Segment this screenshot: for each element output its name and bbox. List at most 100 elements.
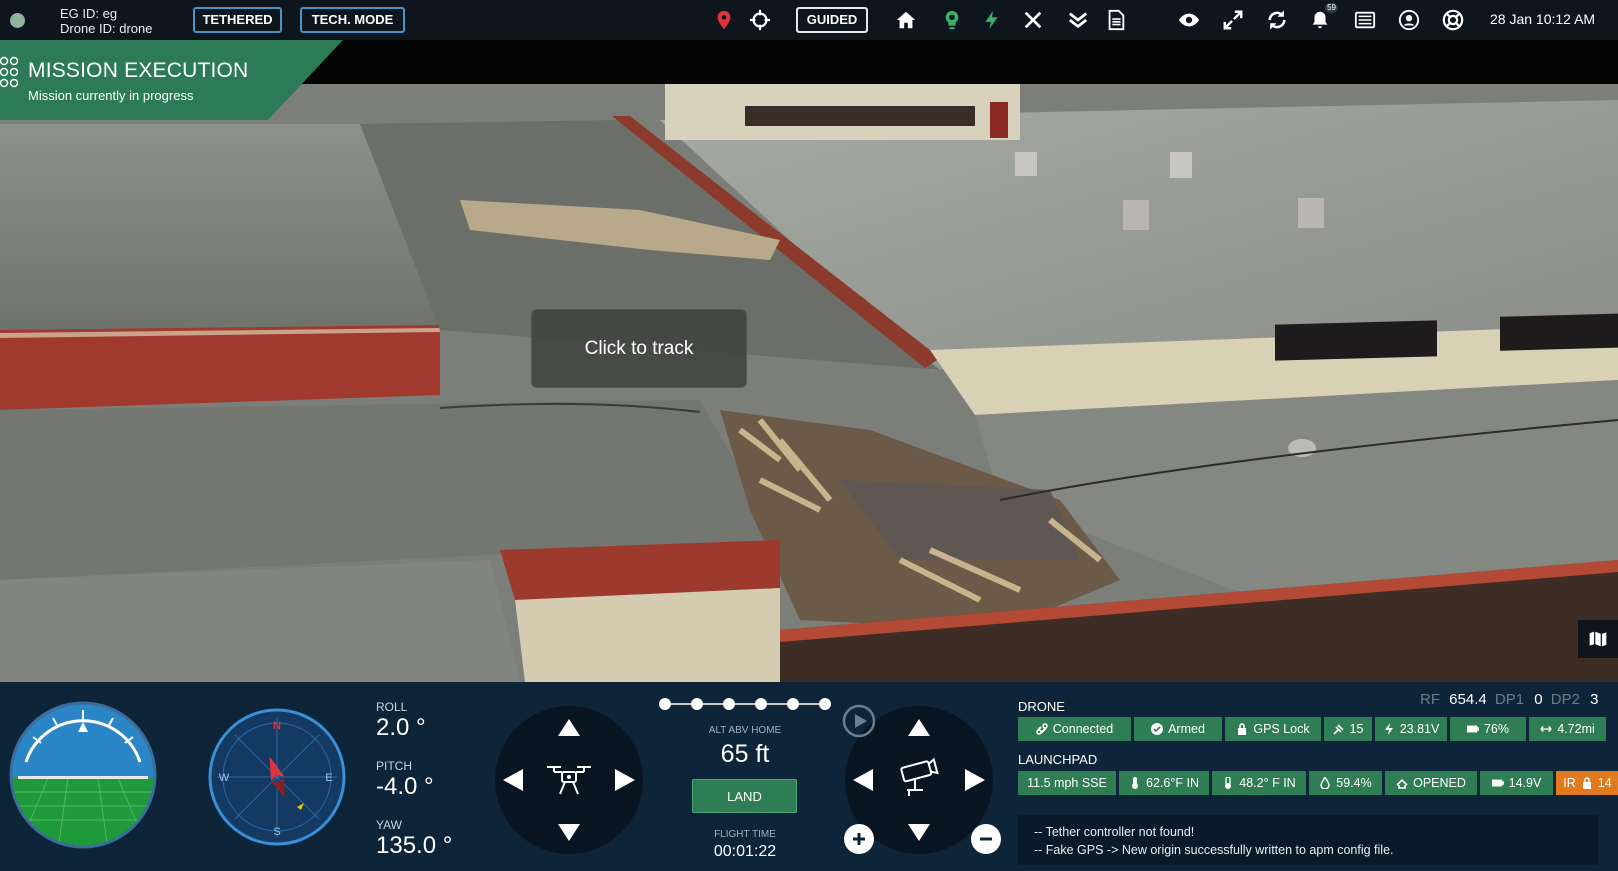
humidity-value: 59.4% xyxy=(1336,776,1372,790)
drone-id: Drone ID: drone xyxy=(60,21,153,36)
altitude-value: 65 ft xyxy=(720,740,770,768)
eg-id: EG ID: eg xyxy=(60,6,118,21)
plus-icon xyxy=(853,833,865,845)
connected-chip: Connected xyxy=(1018,717,1131,741)
launchpad-voltage: 14.9V xyxy=(1508,776,1542,790)
launchpad-status-chips: 11.5 mph SSE 62.6°F IN 48.2° F IN 59.4% … xyxy=(1018,771,1618,795)
compass-n: N xyxy=(273,720,281,732)
temp-in-2-value: 48.2° F IN xyxy=(1239,776,1296,790)
drone-left-button[interactable] xyxy=(503,769,523,791)
step-dot[interactable] xyxy=(659,698,671,710)
wind-chip: 11.5 mph SSE xyxy=(1018,771,1116,795)
compass-gauge: N E S W xyxy=(208,708,346,846)
click-to-track-button[interactable]: Click to track xyxy=(531,309,747,388)
rf-readout: RF 654.4 DP1 0 DP2 3 xyxy=(1420,691,1598,708)
drone-back-button[interactable] xyxy=(558,824,580,841)
bulb-icon[interactable] xyxy=(938,6,966,34)
datetime: 28 Jan 10:12 AM xyxy=(1490,11,1596,27)
close-icon[interactable] xyxy=(1019,6,1047,34)
camera-icon xyxy=(900,757,939,796)
top-bar: EG ID: eg Drone ID: drone TETHERED TECH.… xyxy=(0,0,1618,40)
compass-s: S xyxy=(273,826,280,838)
refresh-icon[interactable] xyxy=(1263,6,1291,34)
yaw-value: 135.0 ° xyxy=(376,832,453,859)
location-pin-icon[interactable] xyxy=(710,6,738,34)
mission-subtitle: Mission currently in progress xyxy=(28,88,194,103)
map-toggle-button[interactable] xyxy=(1578,620,1618,658)
notification-count-badge: 59 xyxy=(1325,3,1338,13)
tethered-button[interactable]: TETHERED xyxy=(193,7,282,33)
humidity-chip: 59.4% xyxy=(1309,771,1382,795)
minus-icon xyxy=(980,837,992,841)
ids-block: EG ID: eg Drone ID: drone xyxy=(60,6,153,36)
step-dot[interactable] xyxy=(723,698,735,710)
drone-voltage: 23.81V xyxy=(1399,722,1440,736)
support-icon[interactable] xyxy=(1439,6,1467,34)
user-icon[interactable] xyxy=(1395,6,1423,34)
document-icon[interactable] xyxy=(1102,6,1130,34)
land-button[interactable]: LAND xyxy=(692,779,797,813)
step-dot[interactable] xyxy=(691,698,703,710)
eye-icon[interactable] xyxy=(1175,6,1203,34)
battery-percent: 76% xyxy=(1483,722,1510,736)
drone-right-button[interactable] xyxy=(615,769,635,791)
drone-forward-button[interactable] xyxy=(558,719,580,736)
step-dot[interactable] xyxy=(787,698,799,710)
home-icon[interactable] xyxy=(892,6,920,34)
play-icon[interactable] xyxy=(842,704,876,738)
dp1-value: 0 xyxy=(1534,691,1543,708)
gps-lock-chip: GPS Lock xyxy=(1225,717,1321,741)
camera-video-feed[interactable]: Click to track xyxy=(0,40,1618,682)
flight-mode-button[interactable]: GUIDED xyxy=(796,7,868,33)
flight-time-label: FLIGHT TIME xyxy=(714,829,776,840)
expand-icon[interactable] xyxy=(1219,6,1247,34)
launchpad-voltage-chip: 14.9V xyxy=(1480,771,1553,795)
drone-movement-pad xyxy=(495,706,643,854)
pitch-label: PITCH xyxy=(376,759,412,773)
zoom-out-button[interactable] xyxy=(971,824,1001,854)
camera-pan-right-button[interactable] xyxy=(965,769,985,791)
bolt-icon[interactable] xyxy=(978,6,1006,34)
camera-pan-left-button[interactable] xyxy=(853,769,873,791)
altitude-label: ALT ABV HOME xyxy=(708,725,782,736)
compass-e: E xyxy=(325,772,332,784)
mission-status-icon xyxy=(0,56,19,88)
temp-in-2-chip: 48.2° F IN xyxy=(1212,771,1306,795)
roll-value: 2.0 ° xyxy=(376,714,426,741)
connection-status-dot xyxy=(10,13,25,28)
voltage-chip: 23.81V xyxy=(1375,717,1447,741)
mission-title: MISSION EXECUTION xyxy=(28,59,249,82)
distance-arrows-icon xyxy=(1540,725,1552,733)
dp1-label: DP1 xyxy=(1494,691,1525,708)
battery-icon xyxy=(1466,725,1479,733)
roof-open-icon xyxy=(1396,778,1408,789)
yaw-label: YAW xyxy=(376,818,402,832)
step-dot[interactable] xyxy=(819,698,831,710)
dp2-value: 3 xyxy=(1590,691,1599,708)
camera-tilt-down-button[interactable] xyxy=(908,824,930,841)
connected-label: Connected xyxy=(1052,722,1114,736)
lock-icon xyxy=(1238,723,1247,735)
droplet-icon xyxy=(1320,777,1330,789)
bell-icon[interactable]: 59 xyxy=(1306,3,1338,34)
log-line: -- Fake GPS -> New origin successfully w… xyxy=(1034,843,1394,857)
dp2-label: DP2 xyxy=(1550,691,1580,708)
battery-chip: 76% xyxy=(1450,717,1526,741)
temp-in-value: 62.6°F IN xyxy=(1146,776,1199,790)
zoom-in-button[interactable] xyxy=(844,824,874,854)
thermometer-icon xyxy=(1132,777,1139,789)
bolt-small-icon xyxy=(1384,723,1393,735)
list-icon[interactable] xyxy=(1351,6,1379,34)
camera-tilt-up-button[interactable] xyxy=(908,719,930,736)
step-dot[interactable] xyxy=(755,698,767,710)
drone-icon xyxy=(547,766,591,795)
thermometer-outline-icon xyxy=(1225,777,1232,789)
drone-section-title: DRONE xyxy=(1018,699,1065,714)
rf-label: RF xyxy=(1420,691,1440,708)
tech-mode-button[interactable]: TECH. MODE xyxy=(300,7,405,33)
drone-status-chips: Connected Armed GPS Lock 15 23.81V 76% 4… xyxy=(1018,717,1606,741)
log-line: -- Tether controller not found! xyxy=(1034,825,1195,839)
crosshair-icon[interactable] xyxy=(746,6,774,34)
distance-value: 4.72mi xyxy=(1557,722,1595,736)
double-chevron-down-icon[interactable] xyxy=(1064,6,1092,34)
